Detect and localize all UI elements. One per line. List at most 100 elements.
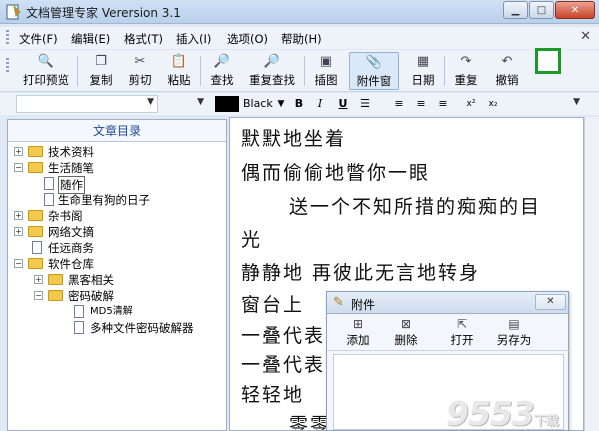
undo-button[interactable]: ↶ 撤销 (489, 52, 525, 90)
folder-open-icon (48, 290, 63, 301)
text-line: 窗台上 (241, 294, 305, 316)
tree-item-label: 软件仓库 (48, 257, 94, 271)
expand-icon[interactable]: + (34, 275, 43, 284)
save-as-button[interactable]: ▤ 另存为 (491, 317, 537, 348)
redo-icon: ↷ (460, 54, 472, 69)
tree-item[interactable]: − 软件仓库 (14, 256, 214, 272)
menu-options[interactable]: 选项(O) (227, 31, 268, 47)
menu-insert[interactable]: 插入(I) (176, 31, 211, 47)
superscript-button[interactable]: x² (462, 96, 480, 112)
tree-item[interactable]: 任远商务 (14, 240, 214, 256)
maximize-button[interactable]: □ (529, 1, 554, 19)
color-preview-box[interactable] (535, 48, 561, 74)
attachments-button[interactable]: 📎 附件窗 (349, 52, 399, 90)
dialog-title-bar[interactable]: ✎ 附件 ✕ (327, 292, 568, 314)
collapse-icon[interactable]: − (34, 291, 43, 300)
date-button[interactable]: ▦ 日期 (405, 52, 441, 90)
minimize-button[interactable]: ▁ (503, 1, 528, 19)
find-button[interactable]: 🔎 查找 (204, 52, 240, 90)
tree-item[interactable]: + 技术资料 (14, 144, 214, 160)
find-again-icon: 🔎 (263, 54, 281, 69)
tree-item[interactable]: + 网络文摘 (14, 224, 214, 240)
open-icon: ⇱ (456, 317, 468, 331)
delete-attachment-button[interactable]: ⊠ 删除 (389, 317, 423, 348)
tree-item[interactable]: − 密码破解 (14, 288, 214, 304)
toolbar-separator (200, 56, 201, 86)
chevron-down-icon: ▼ (573, 97, 580, 107)
menu-format[interactable]: 格式(T) (124, 31, 163, 47)
menu-file[interactable]: 文件(F) (19, 31, 58, 47)
tree-item-label: 网络文摘 (48, 225, 94, 239)
menu-help[interactable]: 帮助(H) (281, 31, 322, 47)
expand-icon[interactable]: + (14, 147, 23, 156)
paperclip-icon: ✎ (333, 295, 344, 310)
folder-open-icon (28, 258, 43, 269)
close-icon: ✕ (570, 4, 580, 16)
align-left-icon[interactable]: ≡ (390, 96, 408, 112)
tree-item[interactable]: 多种文件密码破解器 (14, 320, 224, 336)
app-icon (6, 4, 21, 20)
align-right-icon[interactable]: ≡ (434, 96, 452, 112)
tree-item-label: 生活随笔 (48, 161, 94, 175)
copy-button[interactable]: ❐ 复制 (83, 52, 119, 90)
toolbar-separator (304, 56, 305, 86)
chevron-down-icon[interactable]: ▼ (272, 96, 290, 112)
font-size-select[interactable]: ▼ (162, 95, 208, 113)
add-attachment-button[interactable]: ⊞ 添加 (341, 317, 375, 348)
tree-item[interactable]: − 生活随笔 (14, 160, 214, 176)
copy-label: 复制 (89, 73, 113, 87)
cut-button[interactable]: ✂ 剪切 (122, 52, 158, 90)
underline-button[interactable]: U (334, 96, 352, 112)
tree-item[interactable]: + 黑客相关 (14, 272, 214, 288)
watermark-number: 9553 (446, 394, 535, 431)
collapse-icon[interactable]: − (14, 163, 23, 172)
toolbar-separator (77, 56, 78, 86)
dialog-toolbar: ⊞ 添加 ⊠ 删除 ⇱ 打开 ▤ 另存为 (327, 315, 570, 351)
tree-item[interactable]: 随作 (14, 176, 214, 194)
document-icon (44, 193, 54, 206)
tree-item[interactable]: 生命里有狗的日子 (14, 192, 214, 208)
minimize-icon: ▁ (511, 4, 520, 16)
align-center-icon[interactable]: ≡ (412, 96, 430, 112)
dialog-close-button[interactable]: ✕ (535, 294, 566, 310)
menu-edit[interactable]: 编辑(E) (71, 31, 110, 47)
menu-bar: 文件(F) 编辑(E) 格式(T) 插入(I) 选项(O) 帮助(H) ✕ (0, 27, 599, 49)
text-line: 静静地 再彼此无言地转身 (241, 262, 481, 284)
delete-icon: ⊠ (400, 317, 412, 331)
insert-image-button[interactable]: ▣ 插图 (308, 52, 344, 90)
tree-item[interactable]: MD5清解 (14, 304, 214, 320)
tree-item[interactable]: + 杂书阁 (14, 208, 214, 224)
vertical-scrollbar[interactable] (584, 117, 599, 431)
paste-icon: 📋 (170, 54, 188, 69)
find-again-label: 重复查找 (249, 73, 295, 87)
date-label: 日期 (411, 73, 435, 87)
bold-button[interactable]: B (290, 96, 308, 112)
subscript-button[interactable]: x₂ (484, 96, 502, 112)
open-attachment-button[interactable]: ⇱ 打开 (445, 317, 479, 348)
add-icon: ⊞ (352, 317, 364, 331)
print-preview-button[interactable]: 🔍 打印预览 (18, 52, 74, 90)
tree-item-label: 黑客相关 (68, 273, 114, 287)
italic-button[interactable]: I (311, 96, 329, 112)
font-color-swatch[interactable] (215, 96, 239, 112)
font-select[interactable]: ▼ (16, 95, 158, 113)
tree-item-label: 技术资料 (48, 145, 94, 159)
tree-item-label: 密码破解 (68, 289, 114, 303)
expand-icon[interactable]: + (14, 211, 23, 220)
bullets-icon[interactable]: ☰ (356, 96, 374, 112)
style-select[interactable]: ▼ (508, 95, 584, 113)
folder-icon (28, 210, 43, 221)
close-button[interactable]: ✕ (555, 1, 595, 19)
menubar-grip[interactable] (6, 30, 9, 46)
menu-close-icon[interactable]: ✕ (580, 29, 591, 44)
expand-icon[interactable]: + (14, 227, 23, 236)
find-again-button[interactable]: 🔎 重复查找 (244, 52, 300, 90)
paste-button[interactable]: 📋 粘贴 (161, 52, 197, 90)
redo-button[interactable]: ↷ 重复 (448, 52, 484, 90)
window-title: 文档管理专家 Verersion 3.1 (26, 6, 181, 20)
text-line: 零零 (289, 414, 332, 431)
site-watermark: 9553下载 (446, 394, 559, 431)
toolbar-grip[interactable] (6, 58, 9, 74)
collapse-icon[interactable]: − (14, 259, 23, 268)
dialog-title: 附件 (351, 298, 376, 312)
